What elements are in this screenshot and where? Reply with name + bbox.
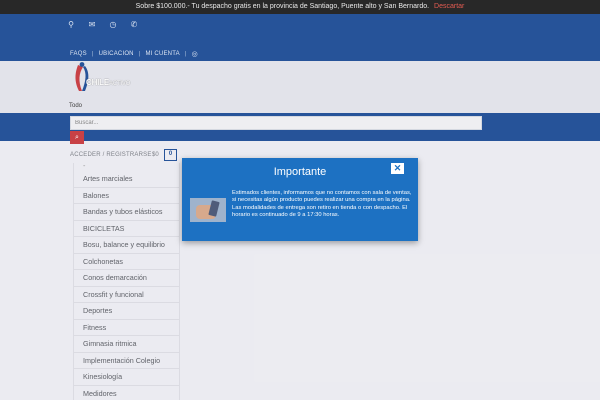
modal-image [190,198,226,222]
modal-title: Importante [273,166,327,178]
modal-body: Estimados clientes, informamos que no co… [232,190,412,218]
phone-shape [208,200,220,217]
important-modal: Importante ✕ Estimados clientes, informa… [182,158,418,241]
close-icon[interactable]: ✕ [391,163,404,174]
